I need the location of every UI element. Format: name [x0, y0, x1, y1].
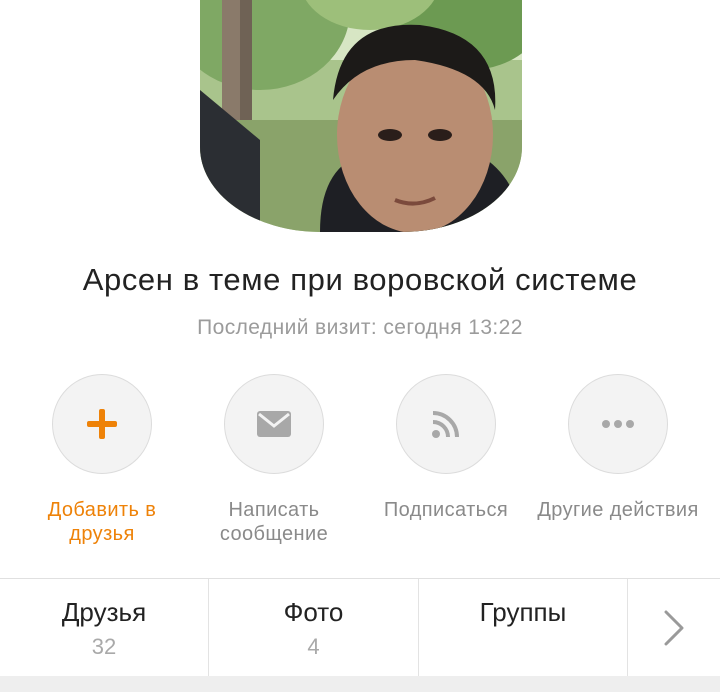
other-actions-circle[interactable] — [568, 374, 668, 474]
send-message-button[interactable]: Написать сообщение — [188, 374, 360, 546]
plus-icon — [87, 409, 117, 439]
tab-photos-title: Фото — [283, 597, 344, 627]
last-visit: Последний визит: сегодня 13:22 — [197, 316, 523, 339]
add-friend-circle[interactable] — [52, 374, 152, 474]
tab-friends-count: 32 — [91, 634, 117, 659]
chevron-right-icon — [664, 610, 684, 646]
add-friend-label: Добавить в друзья — [47, 499, 157, 545]
tabs-next-button[interactable] — [628, 579, 720, 677]
send-message-label: Написать сообщение — [219, 499, 329, 545]
tab-photos[interactable]: Фото 4 — [209, 579, 419, 677]
other-actions-label: Другие действия — [537, 499, 699, 521]
tab-friends[interactable]: Друзья 32 — [0, 579, 209, 677]
tab-friends-title: Друзья — [61, 597, 147, 627]
envelope-icon — [257, 411, 291, 437]
tab-groups-title: Группы — [479, 597, 567, 627]
subscribe-button[interactable]: Подписаться — [360, 374, 532, 522]
tab-photos-count: 4 — [307, 634, 320, 659]
profile-name: Арсен в теме при воровской системе — [82, 262, 638, 297]
more-dots-icon — [602, 420, 634, 428]
profile-avatar[interactable] — [200, 0, 522, 232]
bottom-divider — [0, 676, 720, 692]
subscribe-label: Подписаться — [383, 499, 509, 521]
profile-tabs: Друзья 32 Фото 4 Группы — [0, 578, 720, 677]
other-actions-button[interactable]: Другие действия — [532, 374, 704, 522]
tab-groups[interactable]: Группы — [419, 579, 628, 677]
subscribe-circle[interactable] — [396, 374, 496, 474]
send-message-circle[interactable] — [224, 374, 324, 474]
avatar-photo — [200, 0, 522, 232]
rss-icon — [432, 411, 459, 438]
add-friend-button[interactable]: Добавить в друзья — [16, 374, 188, 546]
